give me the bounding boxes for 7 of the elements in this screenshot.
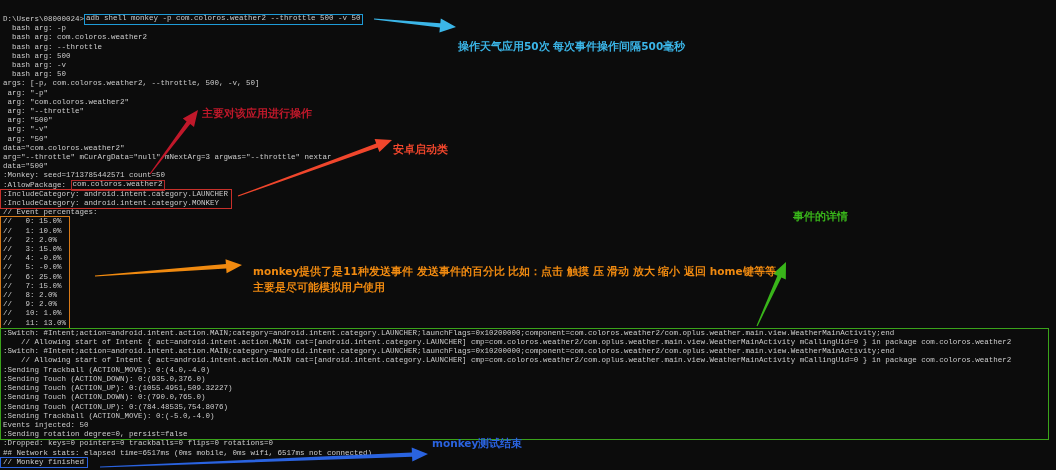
- annotation-label: 主要对该应用进行操作: [202, 106, 312, 121]
- annotation-label: 操作天气应用50次 每次事件操作间隔500毫秒: [458, 39, 686, 54]
- annotation-label: 主要是尽可能模拟用户使用: [253, 280, 386, 295]
- annotation-label: monkey测试结束: [432, 436, 523, 451]
- annotation-label: 安卓启动类: [393, 142, 448, 157]
- annotation-label: monkey提供了是11种发送事件 发送事件的百分比 比如：点击 触摸 压 滑动 放大 缩小 返回 home键等等: [253, 264, 776, 279]
- annotation-label: 事件的详情: [793, 209, 848, 224]
